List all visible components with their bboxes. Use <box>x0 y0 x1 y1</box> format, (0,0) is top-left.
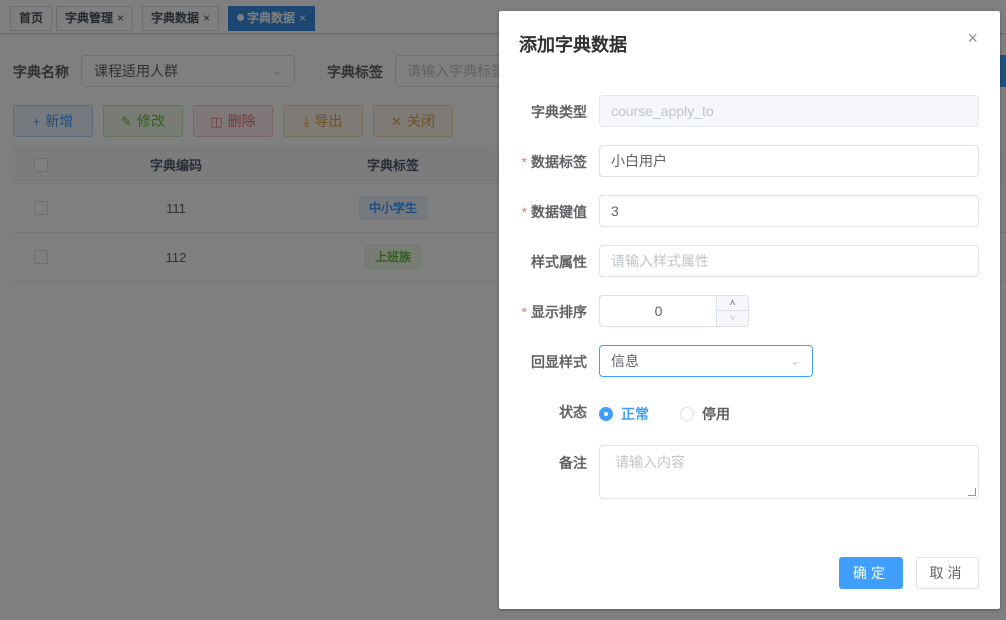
remark-placeholder: 请输入内容 <box>615 454 685 470</box>
required-mark: * <box>521 204 527 220</box>
sort-value[interactable]: 0 <box>600 296 717 326</box>
status-option-label: 停用 <box>702 406 730 422</box>
status-radio-normal[interactable]: 正常 <box>599 404 649 424</box>
data-value-label: * 数据键值 <box>522 202 587 222</box>
data-value-input[interactable]: 3 <box>599 195 979 227</box>
required-mark: * <box>521 304 527 320</box>
sort-text: 显示排序 <box>531 304 587 320</box>
list-class-value: 信息 <box>611 353 639 369</box>
status-radio-disabled[interactable]: 停用 <box>680 404 730 424</box>
required-mark: * <box>521 154 527 170</box>
status-label: 状态 <box>559 404 587 420</box>
data-label-input[interactable]: 小白用户 <box>599 145 979 177</box>
add-dict-data-dialog: 添加字典数据 × 字典类型 course_apply_to * 数据标签 小白用户… <box>499 11 1000 609</box>
data-label-label: * 数据标签 <box>522 152 587 172</box>
confirm-button[interactable]: 确定 <box>839 557 903 589</box>
data-value-text: 数据键值 <box>531 204 587 220</box>
chevron-up-icon[interactable]: ˄ <box>716 296 748 311</box>
sort-stepper[interactable]: 0 ˄ ˅ <box>599 295 749 327</box>
remark-label: 备注 <box>559 455 587 471</box>
radio-unchecked-icon <box>680 407 694 421</box>
dict-type-label: 字典类型 <box>531 104 587 120</box>
remark-textarea[interactable]: 请输入内容 <box>599 445 979 499</box>
chevron-down-icon[interactable]: ˅ <box>716 311 748 326</box>
resize-handle-icon[interactable] <box>968 488 976 496</box>
dict-type-input: course_apply_to <box>599 95 979 127</box>
list-class-select[interactable]: 信息 ⌄ <box>599 345 813 377</box>
css-class-label: 样式属性 <box>531 254 587 270</box>
css-class-input[interactable]: 请输入样式属性 <box>599 245 979 277</box>
chevron-down-icon: ⌄ <box>789 354 800 368</box>
close-icon[interactable]: × <box>967 28 978 49</box>
dialog-title: 添加字典数据 <box>519 35 627 55</box>
data-label-text: 数据标签 <box>531 154 587 170</box>
cancel-button[interactable]: 取消 <box>916 557 979 589</box>
status-option-label: 正常 <box>621 406 649 422</box>
list-class-label: 回显样式 <box>531 354 587 370</box>
radio-checked-icon <box>599 407 613 421</box>
sort-label: * 显示排序 <box>522 302 587 322</box>
